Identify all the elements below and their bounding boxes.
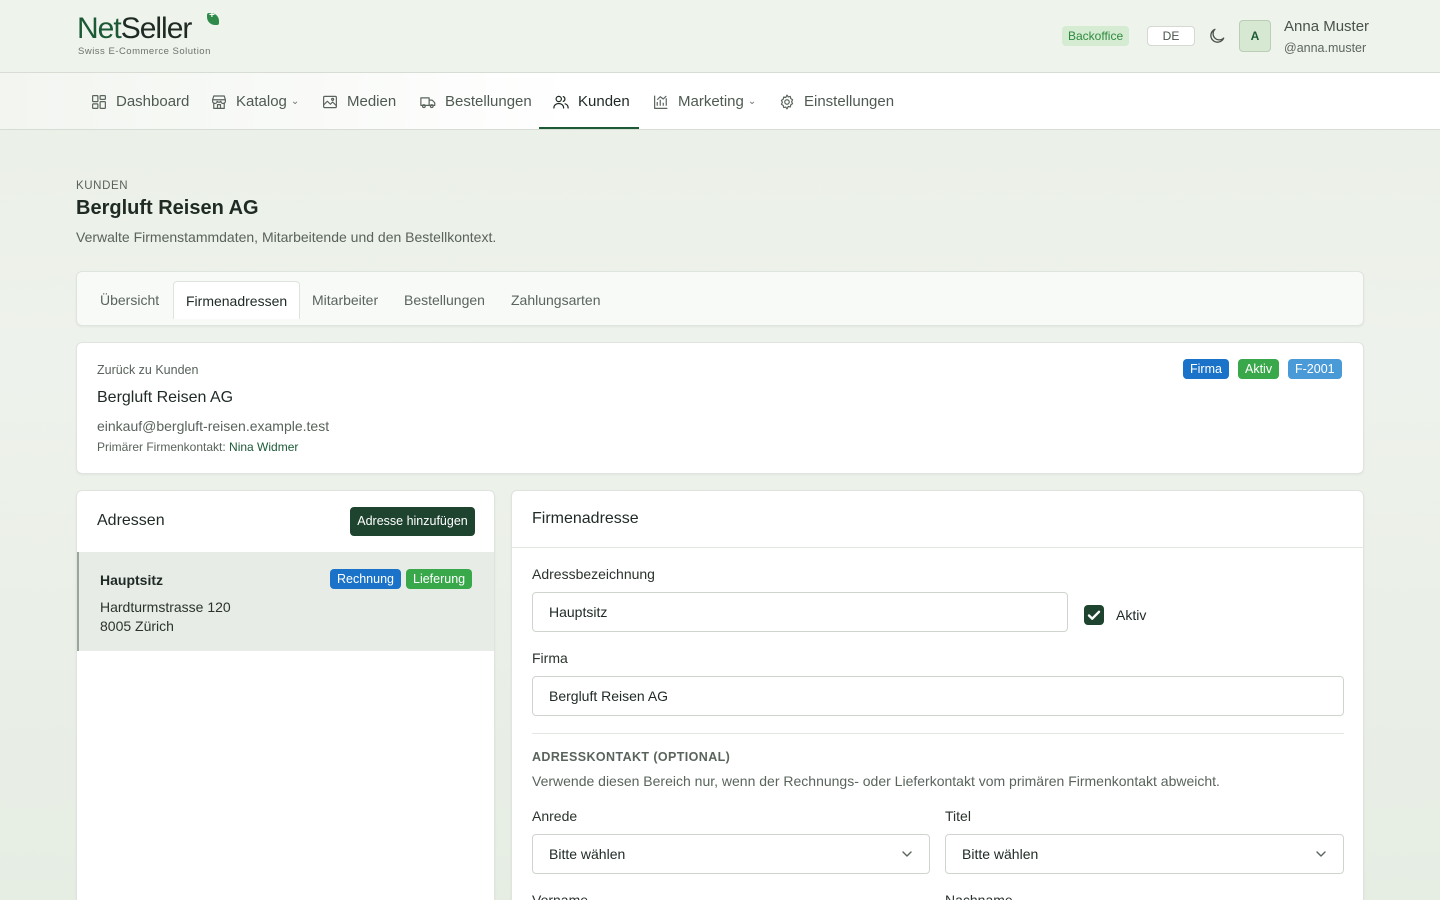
primary-contact: Primärer Firmenkontakt: Nina Widmer — [97, 440, 298, 454]
nav-label: Marketing — [678, 93, 744, 110]
contact-section-description: Verwende diesen Bereich nur, wenn der Re… — [532, 773, 1220, 789]
salutation-value: Bitte wählen — [549, 846, 626, 862]
nav-item-marketing[interactable]: Marketing ⌄ — [652, 73, 756, 130]
customer-email: einkauf@bergluft-reisen.example.test — [97, 418, 330, 434]
gear-icon — [780, 94, 794, 109]
type-badge: Firma — [1183, 359, 1229, 379]
address-street: Hardturmstrasse 120 — [100, 599, 231, 615]
add-address-button[interactable]: Adresse hinzufügen — [350, 507, 475, 536]
tab-bestellungen[interactable]: Bestellungen — [404, 281, 485, 319]
nav-item-bestellungen[interactable]: Bestellungen — [419, 73, 532, 130]
logo-tagline: Swiss E-Commerce Solution — [78, 46, 211, 57]
nav-label: Medien — [347, 93, 397, 110]
nav-label: Bestellungen — [445, 93, 532, 110]
check-icon — [1087, 610, 1101, 620]
active-checkbox[interactable] — [1084, 605, 1104, 625]
salutation-select[interactable]: Bitte wählen — [532, 834, 930, 874]
nav-item-katalog[interactable]: Katalog ⌄ — [210, 73, 299, 130]
moon-icon[interactable] — [1207, 26, 1227, 46]
list-item[interactable]: Hauptsitz Rechnung Lieferung Hardturmstr… — [77, 552, 494, 651]
address-form-panel: Firmenadresse Adressbezeichnung Hauptsit… — [511, 490, 1364, 900]
form-header: Firmenadresse — [512, 491, 1363, 548]
address-city: 8005 Zürich — [100, 618, 174, 634]
chevron-down-icon — [1316, 851, 1326, 857]
netseller-logo[interactable]: NetSeller Swiss E-Commerce Solution — [77, 10, 227, 59]
chevron-down-icon: ⌄ — [290, 96, 300, 107]
nav-item-dashboard[interactable]: Dashboard — [90, 73, 189, 130]
nav-item-medien[interactable]: Medien — [321, 73, 396, 130]
avatar[interactable]: A — [1239, 20, 1271, 52]
backoffice-badge: Backoffice — [1062, 26, 1130, 46]
tab-mitarbeiter[interactable]: Mitarbeiter — [312, 281, 378, 319]
divider — [532, 733, 1344, 734]
nav-label: Dashboard — [116, 93, 190, 110]
chevron-down-icon: ⌄ — [747, 96, 757, 107]
customer-summary-card: Zurück zu Kunden Bergluft Reisen AG eink… — [76, 342, 1364, 474]
contact-section-heading: ADRESSKONTAKT (OPTIONAL) — [532, 750, 731, 764]
nav-label: Katalog — [236, 93, 287, 110]
customer-tabs: Übersicht Firmenadressen Mitarbeiter Bes… — [76, 271, 1364, 326]
chart-icon — [654, 95, 668, 109]
title-value: Bitte wählen — [962, 846, 1039, 862]
nav-label: Kunden — [578, 93, 630, 110]
store-icon — [212, 94, 226, 109]
main-nav: Dashboard Katalog ⌄ Medien Bestellungen … — [0, 73, 1440, 130]
active-checkbox-label: Aktiv — [1116, 607, 1147, 623]
title-select[interactable]: Bitte wählen — [945, 834, 1344, 874]
primary-contact-label: Primärer Firmenkontakt: — [97, 440, 226, 454]
title-label: Titel — [945, 808, 971, 824]
tab-uebersicht[interactable]: Übersicht — [100, 281, 159, 319]
first-name-label: Vorname — [532, 892, 589, 900]
customer-name: Bergluft Reisen AG — [97, 389, 234, 406]
tab-zahlungsarten[interactable]: Zahlungsarten — [511, 281, 601, 319]
primary-contact-name[interactable]: Nina Widmer — [229, 440, 298, 454]
truck-icon — [420, 96, 436, 108]
company-input[interactable]: Bergluft Reisen AG — [532, 676, 1344, 716]
customer-id-badge: F-2001 — [1288, 359, 1342, 379]
billing-tag: Rechnung — [330, 569, 401, 589]
address-name: Hauptsitz — [100, 572, 163, 588]
delivery-tag: Lieferung — [406, 569, 473, 589]
language-button[interactable]: DE — [1147, 26, 1195, 46]
page-title: Bergluft Reisen AG — [76, 197, 259, 219]
chevron-down-icon — [902, 851, 912, 857]
address-label-label: Adressbezeichnung — [532, 566, 655, 582]
image-icon — [323, 95, 337, 108]
user-name: Anna Muster — [1284, 18, 1370, 35]
logo-text-net: Net — [77, 12, 122, 45]
nav-label: Einstellungen — [804, 93, 895, 110]
nav-item-kunden[interactable]: Kunden — [552, 73, 630, 130]
page-eyebrow: KUNDEN — [76, 180, 129, 192]
status-badge: Aktiv — [1238, 359, 1280, 379]
dashboard-icon — [92, 94, 106, 109]
last-name-label: Nachname — [945, 892, 1013, 900]
tab-firmenadressen[interactable]: Firmenadressen — [173, 281, 301, 319]
form-title: Firmenadresse — [532, 510, 639, 527]
user-handle: @anna.muster — [1284, 41, 1367, 55]
address-label-input[interactable]: Hauptsitz — [532, 592, 1068, 632]
top-header: NetSeller Swiss E-Commerce Solution Back… — [0, 0, 1440, 73]
logo-text-seller: Seller — [120, 12, 193, 45]
nav-item-einstellungen[interactable]: Einstellungen — [778, 73, 894, 130]
active-tab-indicator — [539, 127, 639, 129]
salutation-label: Anrede — [532, 808, 578, 824]
addresses-panel: Adressen Adresse hinzufügen Hauptsitz Re… — [76, 490, 495, 900]
page-subtitle: Verwalte Firmenstammdaten, Mitarbeitende… — [76, 229, 497, 245]
users-icon — [553, 95, 569, 109]
company-label: Firma — [532, 650, 568, 666]
back-to-customers-link[interactable]: Zurück zu Kunden — [97, 363, 198, 377]
addresses-title: Adressen — [97, 512, 165, 529]
